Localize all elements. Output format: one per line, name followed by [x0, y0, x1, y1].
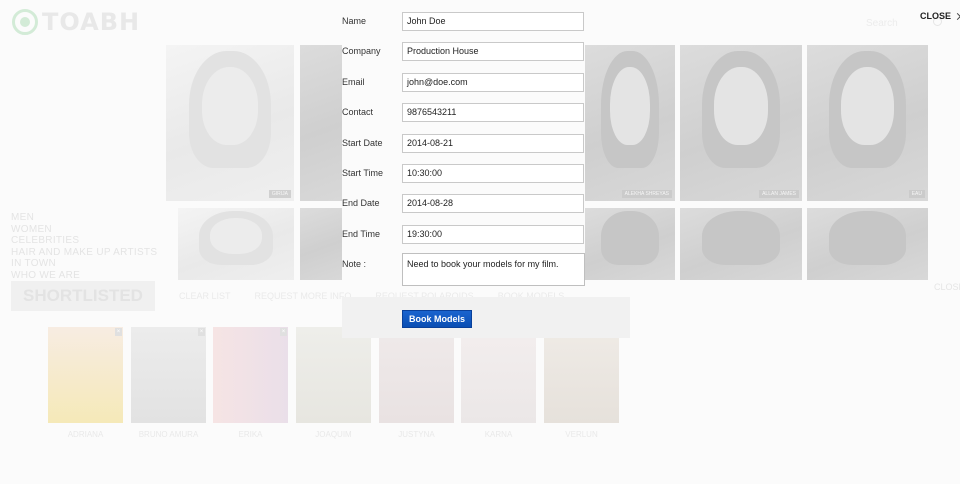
model-name: JUSTYNA — [398, 430, 435, 439]
name-label: Name — [342, 16, 367, 26]
note-label: Note : — [342, 259, 367, 269]
side-nav: MEN WOMEN CELEBRITIES HAIR AND MAKE UP A… — [11, 212, 157, 282]
model-photo[interactable] — [680, 208, 802, 280]
close-button[interactable]: CLOSE — [920, 11, 960, 21]
logo-text: TOABH — [42, 8, 141, 36]
model-name: ADRIANA — [67, 430, 104, 439]
nav-item-celebrities[interactable]: CELEBRITIES — [11, 235, 157, 247]
end-date-field[interactable]: 2014-08-28 — [402, 194, 584, 213]
submit-panel — [342, 297, 630, 338]
form-row-company: Company Production House — [342, 42, 630, 62]
shortlist-close-button[interactable]: CLOSE — [934, 282, 960, 292]
contact-label: Contact — [342, 107, 374, 117]
name-field[interactable]: John Doe — [402, 12, 584, 31]
model-photo[interactable] — [807, 208, 928, 280]
model-name: ERIKA — [238, 430, 263, 439]
remove-icon[interactable]: × — [198, 328, 205, 336]
email-field[interactable]: john@doe.com — [402, 73, 584, 92]
form-row-email: Email john@doe.com — [342, 73, 630, 93]
nav-item-women[interactable]: WOMEN — [11, 224, 157, 236]
shortlist-model-card[interactable] — [296, 327, 371, 423]
photo-caption: GIRIJA — [268, 190, 291, 198]
photo-caption: EAU — [908, 190, 925, 198]
start-date-label: Start Date — [342, 138, 383, 148]
model-photo[interactable]: ALLAN JAMES — [680, 45, 802, 201]
chevron-right-icon — [953, 12, 960, 20]
note-textarea[interactable]: Need to book your models for my film. — [402, 253, 585, 286]
site-logo[interactable]: TOABH — [12, 8, 140, 36]
model-photo[interactable] — [300, 208, 342, 280]
shortlist-model-card[interactable]: × — [131, 327, 206, 423]
shortlist-title: SHORTLISTED — [11, 281, 155, 311]
model-name: BRUNO AMURA — [138, 430, 199, 439]
email-label: Email — [342, 77, 365, 87]
shortlist-model-card[interactable]: × — [48, 327, 123, 423]
shortlist-model-card[interactable]: × — [213, 327, 288, 423]
start-time-field[interactable]: 10:30:00 — [402, 164, 584, 183]
shortlist-model-card[interactable] — [461, 327, 536, 423]
form-row-name: Name John Doe — [342, 12, 630, 32]
contact-field[interactable]: 9876543211 — [402, 103, 584, 122]
model-photo[interactable]: EAU — [807, 45, 928, 201]
form-row-start-time: Start Time 10:30:00 — [342, 164, 630, 184]
search-input[interactable]: Search — [866, 18, 898, 29]
model-name: VERLUN — [565, 430, 598, 439]
model-photo[interactable]: GIRIJA — [166, 45, 294, 201]
shortlist-model-card[interactable] — [379, 327, 454, 423]
nav-item-who-we-are[interactable]: WHO WE ARE — [11, 270, 157, 282]
model-name: KARNA — [484, 430, 513, 439]
nav-item-in-town[interactable]: IN TOWN — [11, 258, 157, 270]
start-time-label: Start Time — [342, 168, 384, 178]
request-more-info-link[interactable]: REQUEST MORE INFO — [254, 291, 351, 301]
form-row-end-time: End Time 19:30:00 — [342, 225, 630, 245]
photo-caption: ALLAN JAMES — [759, 190, 799, 198]
nav-item-men[interactable]: MEN — [11, 212, 157, 224]
form-row-start-date: Start Date 2014-08-21 — [342, 134, 630, 154]
close-label: CLOSE — [920, 11, 952, 21]
remove-icon[interactable]: × — [280, 328, 287, 336]
nav-item-hair-makeup[interactable]: HAIR AND MAKE UP ARTISTS — [11, 247, 157, 259]
start-date-field[interactable]: 2014-08-21 — [402, 134, 584, 153]
end-time-label: End Time — [342, 229, 381, 239]
company-label: Company — [342, 46, 381, 56]
shortlist-model-card[interactable] — [544, 327, 619, 423]
remove-icon[interactable]: × — [115, 328, 122, 336]
model-photo[interactable] — [178, 208, 294, 280]
form-row-end-date: End Date 2014-08-28 — [342, 194, 630, 214]
book-models-button[interactable]: Book Models — [402, 310, 472, 328]
logo-icon — [12, 9, 38, 35]
model-photo[interactable] — [300, 45, 342, 201]
model-name: JOAQUIM — [315, 430, 352, 439]
company-field[interactable]: Production House — [402, 42, 584, 61]
end-time-field[interactable]: 19:30:00 — [402, 225, 584, 244]
clear-list-link[interactable]: CLEAR LIST — [179, 291, 231, 301]
end-date-label: End Date — [342, 198, 380, 208]
form-row-contact: Contact 9876543211 — [342, 103, 630, 123]
